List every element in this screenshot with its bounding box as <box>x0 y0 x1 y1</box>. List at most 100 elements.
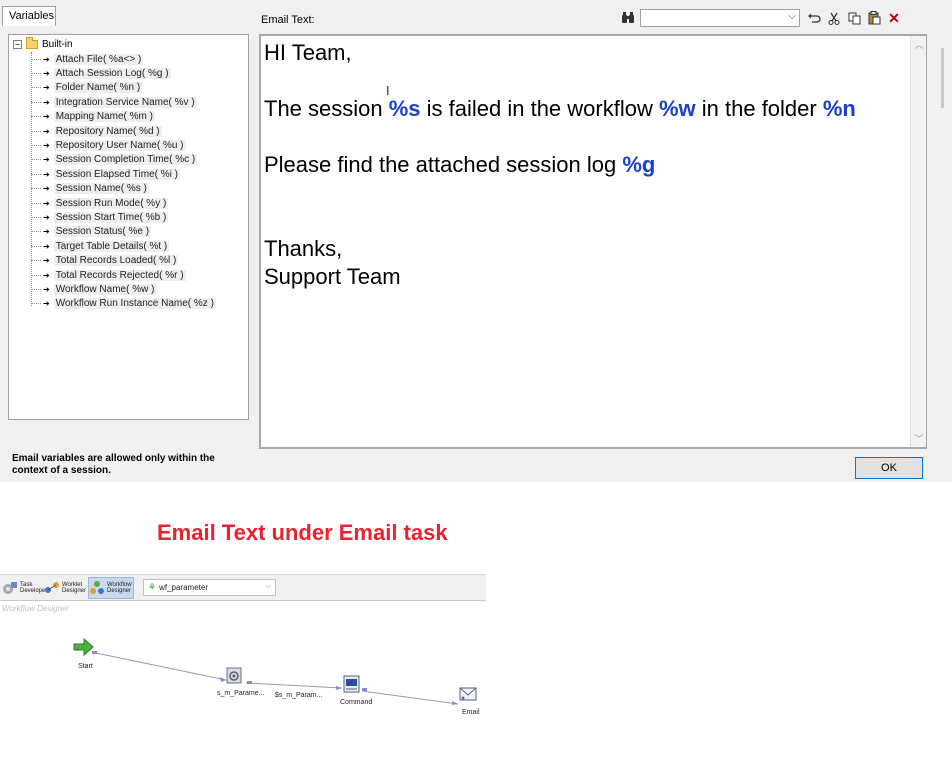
tree-item-variable[interactable]: ➔ Workflow Name( %w ) <box>31 282 216 296</box>
task-developer-icon <box>2 580 18 596</box>
arrow-icon: ➔ <box>43 112 50 122</box>
scroll-up-icon[interactable]: ︿ <box>911 38 927 51</box>
tree-item-variable[interactable]: ➔ Session Completion Time( %c ) <box>31 153 216 167</box>
tree-item-variable[interactable]: ➔ Mapping Name( %m ) <box>31 110 216 124</box>
arrow-icon: ➔ <box>43 299 50 309</box>
greeting-line: HI Team, <box>264 40 352 65</box>
arrow-icon: ➔ <box>43 54 50 64</box>
cut-icon[interactable] <box>824 9 844 27</box>
arrow-icon: ➔ <box>43 69 50 79</box>
workflow-select-value: wf_parameter <box>159 583 208 592</box>
command-icon <box>343 675 360 693</box>
folder-icon <box>26 37 38 49</box>
tree-item-variable[interactable]: ➔ Total Records Loaded( %l ) <box>31 253 216 267</box>
tree-item-variable[interactable]: ➔ Session Elapsed Time( %i ) <box>31 167 216 181</box>
workflow-links <box>92 651 459 705</box>
collapse-icon[interactable]: − <box>13 40 22 49</box>
workflow-toolbar: Task Developer Worklet Designer Workflow De… <box>0 574 486 601</box>
tree-item-variable[interactable]: ➔ Repository User Name( %u ) <box>31 138 216 152</box>
email-node[interactable] <box>458 684 478 709</box>
workflow-select[interactable]: ⚘ wf_parameter ⌵ <box>143 579 276 596</box>
session-variables-note: Email variables are allowed only within … <box>12 453 215 476</box>
command-node[interactable] <box>342 674 362 699</box>
ok-button[interactable]: OK <box>855 457 923 479</box>
session-node-1[interactable] <box>225 665 245 690</box>
scroll-down-icon[interactable]: ﹀ <box>911 432 927 445</box>
arrow-icon: ➔ <box>43 198 50 208</box>
worklet-designer-icon <box>44 580 60 596</box>
scroll-thumb[interactable] <box>941 48 944 108</box>
arrow-icon: ➔ <box>43 212 50 222</box>
variable-folder-name: %n <box>822 96 856 121</box>
email-label: Email <box>462 709 480 716</box>
signature-line: Support Team <box>264 264 401 289</box>
arrow-icon: ➔ <box>43 126 50 136</box>
outer-scrollbar[interactable] <box>933 34 952 482</box>
tree-root-built-in[interactable]: − Built-in <box>13 37 73 50</box>
find-input[interactable]: ⌵ <box>640 9 800 27</box>
command-label: Command <box>340 699 373 706</box>
tree-item-variable[interactable]: ➔ Session Name( %s ) <box>31 182 216 196</box>
tab-variables[interactable]: Variables <box>2 6 56 26</box>
email-icon <box>459 687 477 701</box>
email-body[interactable]: HI Team, The session %s is failed in the… <box>264 39 904 291</box>
variables-tree: − Built-in ➔ Attach File( %a<> ) ➔ Attach … <box>8 34 249 420</box>
session-2-label: $s_m_Param... <box>275 692 323 699</box>
session-1-label: s_m_Parame... <box>217 690 265 697</box>
tab-worklet-designer[interactable]: Worklet Designer <box>44 577 86 599</box>
email-text-editor[interactable]: HI Team, The session %s is failed in the… <box>259 34 927 449</box>
tab-task-developer[interactable]: Task Developer <box>2 577 47 599</box>
tree-item-variable[interactable]: ➔ Folder Name( %n ) <box>31 81 216 95</box>
arrow-icon: ➔ <box>43 155 50 165</box>
session-failed-line: The session %s is failed in the workflow… <box>264 96 856 121</box>
variable-session-name: %s <box>388 96 421 121</box>
chevron-down-icon[interactable]: ⌵ <box>788 11 796 22</box>
arrow-icon: ➔ <box>43 270 50 280</box>
arrow-icon: ➔ <box>43 227 50 237</box>
tree-item-variable[interactable]: ➔ Attach Session Log( %g ) <box>31 66 216 80</box>
tree-item-variable[interactable]: ➔ Target Table Details( %t ) <box>31 239 216 253</box>
arrow-icon: ➔ <box>43 184 50 194</box>
paste-icon[interactable] <box>864 9 884 27</box>
arrow-icon: ➔ <box>43 97 50 107</box>
find-binoculars-icon[interactable] <box>618 9 638 27</box>
workflow-icon: ⚘ <box>148 582 157 592</box>
undo-icon[interactable] <box>804 9 824 27</box>
copy-icon[interactable] <box>844 9 864 27</box>
editor-scrollbar[interactable]: ︿ ﹀ <box>910 36 926 447</box>
tree-item-variable[interactable]: ➔ Integration Service Name( %v ) <box>31 95 216 109</box>
start-label: Start <box>78 663 93 670</box>
tree-item-variable[interactable]: ➔ Session Status( %e ) <box>31 225 216 239</box>
variables-list: ➔ Attach File( %a<> ) ➔ Attach Session Log… <box>31 52 216 311</box>
session-icon <box>226 667 242 684</box>
tree-root-label: Built-in <box>42 39 73 50</box>
arrow-icon: ➔ <box>43 256 50 266</box>
text-cursor-icon: I <box>386 83 390 98</box>
arrow-icon: ➔ <box>43 141 50 151</box>
variable-session-log: %g <box>622 152 656 177</box>
variable-workflow-name: %w <box>658 96 696 121</box>
tree-item-variable[interactable]: ➔ Repository Name( %d ) <box>31 124 216 138</box>
attached-log-line: Please find the attached session log %g <box>264 152 656 177</box>
arrow-icon: ➔ <box>43 284 50 294</box>
tree-item-variable[interactable]: ➔ Workflow Run Instance Name( %z ) <box>31 297 216 311</box>
close-icon[interactable]: ✕ <box>884 9 904 27</box>
tab-workflow-designer[interactable]: Workflow Designer <box>88 577 134 599</box>
workflow-designer-icon <box>89 580 105 596</box>
workflow-canvas[interactable]: Start s_m_Parame... $s_m_Param... Comman… <box>0 612 490 760</box>
editor-toolbar: ⌵ ✕ <box>618 8 904 28</box>
tree-item-variable[interactable]: ➔ Attach File( %a<> ) <box>31 52 216 66</box>
email-text-dialog: Variables − Built-in ➔ Attach File( %a<> … <box>0 0 952 482</box>
arrow-icon: ➔ <box>43 241 50 251</box>
arrow-icon: ➔ <box>43 83 50 93</box>
caption-title: Email Text under Email task <box>157 520 448 545</box>
tree-item-variable[interactable]: ➔ Session Start Time( %b ) <box>31 210 216 224</box>
arrow-icon: ➔ <box>43 169 50 179</box>
start-node[interactable] <box>72 637 94 661</box>
tree-item-variable[interactable]: ➔ Session Run Mode( %y ) <box>31 196 216 210</box>
tree-item-variable[interactable]: ➔ Total Records Rejected( %r ) <box>31 268 216 282</box>
start-arrow-icon <box>73 637 94 657</box>
chevron-down-icon[interactable]: ⌵ <box>266 583 271 591</box>
email-text-label: Email Text: <box>261 14 315 26</box>
thanks-line: Thanks, <box>264 236 343 261</box>
